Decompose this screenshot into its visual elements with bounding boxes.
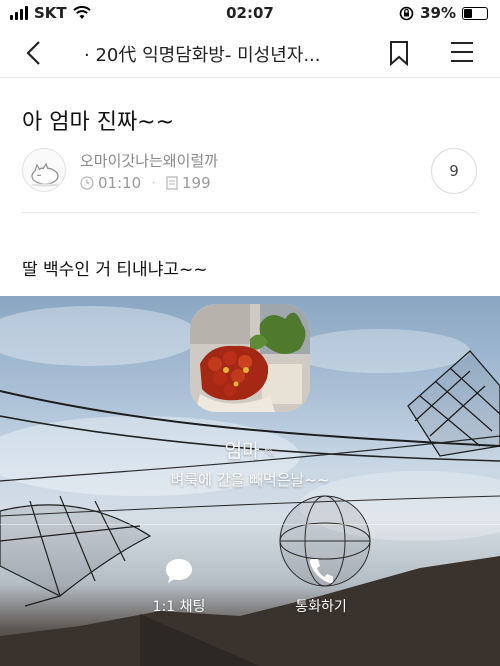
battery-percent: 39% (420, 4, 456, 22)
profile-photo[interactable] (190, 304, 310, 412)
hamburger-menu-icon[interactable] (450, 40, 474, 64)
profile-name: 엄마 ✎ (0, 436, 500, 463)
nav-bar: · 20代 익명담화방- 미성년자... (0, 28, 500, 78)
bookmark-icon[interactable] (388, 40, 410, 66)
meta-separator: · (151, 174, 157, 192)
post-image[interactable]: 엄마 ✎ 벼룩에 간을 빼먹은날~~ 1:1 채팅 통화하기 (0, 296, 500, 666)
orientation-lock-icon (399, 6, 414, 20)
post-views: 199 (166, 174, 211, 192)
post-time: 01:10 (80, 174, 141, 192)
comment-count-button[interactable]: 9 (431, 148, 477, 194)
chat-action-button[interactable]: 1:1 채팅 (124, 554, 234, 616)
post-title: 아 엄마 진짜~~ (22, 110, 175, 135)
profile-name-text: 엄마 (224, 440, 260, 462)
sleeping-cat-avatar-icon (31, 162, 59, 187)
status-right: 39% (399, 4, 488, 22)
flower-bouquet-image (190, 304, 310, 412)
back-arrow-icon[interactable] (22, 40, 48, 66)
call-action-label: 통화하기 (295, 599, 347, 615)
clock-icon (80, 176, 94, 190)
divider (0, 524, 500, 525)
profile-status-message: 벼룩에 간을 빼먹은날~~ (170, 471, 330, 489)
chat-action-label: 1:1 채팅 (152, 599, 206, 615)
post-meta: 01:10 · 199 (80, 174, 211, 192)
divider (22, 212, 478, 213)
board-title: · 20代 익명담화방- 미성년자... (84, 45, 321, 66)
post-views-text: 199 (182, 174, 211, 192)
call-action-button[interactable]: 통화하기 (266, 554, 376, 616)
phone-icon (309, 559, 333, 584)
author-name[interactable]: 오마이갓나는왜이럴까 (80, 150, 218, 171)
document-icon (166, 176, 178, 190)
chat-bubble-icon (166, 559, 192, 583)
post-time-text: 01:10 (98, 174, 142, 192)
battery-icon (462, 6, 488, 20)
author-avatar[interactable] (22, 148, 66, 192)
post-body: 딸 백수인 거 티내냐고~~ (22, 260, 208, 280)
pencil-icon[interactable]: ✎ (264, 445, 276, 461)
status-bar: SKT 02:07 39% (0, 0, 500, 28)
